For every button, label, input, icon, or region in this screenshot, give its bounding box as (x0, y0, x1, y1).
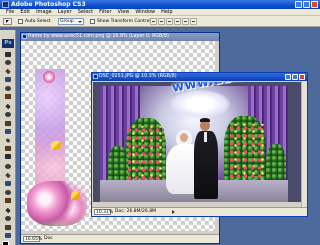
align-top-button[interactable] (150, 18, 157, 25)
wedding-photo (100, 86, 288, 202)
frame-flower (43, 71, 55, 83)
document-window-photo[interactable]: DSC_0251.JPG @ 10.3% (RGB/8) 10.31% Doc:… (91, 72, 308, 217)
document-title-bar[interactable]: frame by www.azisc51.com.png @ 16.8% (La… (21, 33, 219, 41)
align-buttons (150, 18, 197, 25)
notes-icon[interactable] (3, 207, 13, 214)
minimize-button[interactable] (295, 1, 302, 8)
clone-stamp-icon[interactable] (3, 120, 13, 127)
menu-image[interactable]: Image (33, 9, 55, 15)
auto-select-dropdown[interactable]: Group (58, 18, 84, 25)
type-icon[interactable] (3, 180, 13, 187)
ps-logo: Ps (2, 39, 14, 48)
quick-select-icon[interactable] (3, 76, 13, 83)
menu-help[interactable]: Help (158, 9, 175, 15)
align-bottom-button[interactable] (166, 18, 173, 25)
doc-size-label: Doc: 26.8M/26.8M (115, 209, 156, 214)
doc-size-label: Doc (44, 236, 53, 241)
eyedropper-icon[interactable] (3, 215, 13, 222)
menu-filter[interactable]: Filter (96, 9, 114, 15)
frame-flower-cluster (27, 181, 87, 226)
app-title-bar: Adobe Photoshop CS3 (0, 0, 320, 9)
menu-window[interactable]: Window (132, 9, 158, 15)
hand-icon[interactable] (3, 224, 13, 231)
blur-icon[interactable] (3, 153, 13, 160)
maximize-button[interactable] (303, 1, 310, 8)
brush-icon[interactable] (3, 111, 13, 118)
photo-canvas[interactable]: www.aziscs1.com (93, 82, 302, 202)
lasso-icon[interactable] (3, 68, 13, 75)
menu-view[interactable]: View (115, 9, 133, 15)
dodge-icon[interactable] (3, 163, 13, 170)
document-title-bar[interactable]: DSC_0251.JPG @ 10.3% (RGB/8) (92, 73, 307, 81)
path-select-icon[interactable] (3, 189, 13, 196)
align-vcenter-button[interactable] (158, 18, 165, 25)
menu-edit[interactable]: Edit (17, 9, 33, 15)
align-right-button[interactable] (190, 18, 197, 25)
shape-icon[interactable] (3, 197, 13, 204)
options-bar: Auto Select Group Show Transform Control… (0, 16, 320, 27)
zoom-icon[interactable] (3, 232, 13, 239)
history-brush-icon[interactable] (3, 128, 13, 135)
crop-icon[interactable] (3, 85, 13, 92)
pen-icon[interactable] (3, 172, 13, 179)
align-hcenter-button[interactable] (182, 18, 189, 25)
doc-maximize-button[interactable] (292, 74, 298, 80)
document-icon (93, 74, 98, 79)
groom-shirt (204, 132, 207, 142)
healing-icon[interactable] (3, 103, 13, 110)
move-tool-preset-icon[interactable] (3, 18, 12, 25)
status-bar: 10.31% Doc: 26.8M/26.8M (92, 207, 307, 216)
align-left-button[interactable] (174, 18, 181, 25)
doc-minimize-button[interactable] (285, 74, 291, 80)
butterfly-decoration (71, 191, 80, 200)
zoom-field[interactable]: 10.31% (94, 209, 113, 215)
status-menu-arrow-icon[interactable] (172, 210, 175, 214)
move-icon[interactable] (3, 51, 13, 58)
document-title: frame by www.azisc51.com.png @ 16.8% (La… (28, 34, 169, 39)
close-button[interactable] (311, 1, 318, 8)
auto-select-checkbox[interactable] (18, 19, 23, 24)
menu-bar: File Edit Image Layer Select Filter View… (0, 9, 320, 16)
menu-select[interactable]: Select (75, 9, 96, 15)
menu-layer[interactable]: Layer (55, 9, 75, 15)
photoshop-app-icon (2, 1, 9, 8)
show-transform-label: Show Transform Controls (97, 19, 153, 24)
slice-icon[interactable] (3, 93, 13, 100)
gradient-icon[interactable] (3, 145, 13, 152)
show-transform-checkbox[interactable] (90, 19, 95, 24)
groom-hair (200, 118, 210, 122)
doc-close-button[interactable] (299, 74, 305, 80)
document-title: DSC_0251.JPG @ 10.3% (RGB/8) (99, 74, 177, 79)
toolbox: Ps (0, 30, 16, 245)
foreground-color-swatch[interactable] (2, 241, 9, 245)
auto-select-label: Auto Select (25, 19, 51, 24)
butterfly-decoration (51, 141, 61, 150)
eraser-icon[interactable] (3, 137, 13, 144)
zoom-field[interactable]: 16.65% (23, 236, 42, 242)
bride-face (180, 133, 188, 142)
vertical-scrollbar[interactable] (301, 81, 307, 207)
app-title: Adobe Photoshop CS3 (11, 1, 86, 8)
marquee-icon[interactable] (3, 59, 13, 66)
document-icon (22, 34, 27, 39)
menu-file[interactable]: File (3, 9, 17, 15)
status-bar: 16.65% Doc (21, 234, 219, 243)
